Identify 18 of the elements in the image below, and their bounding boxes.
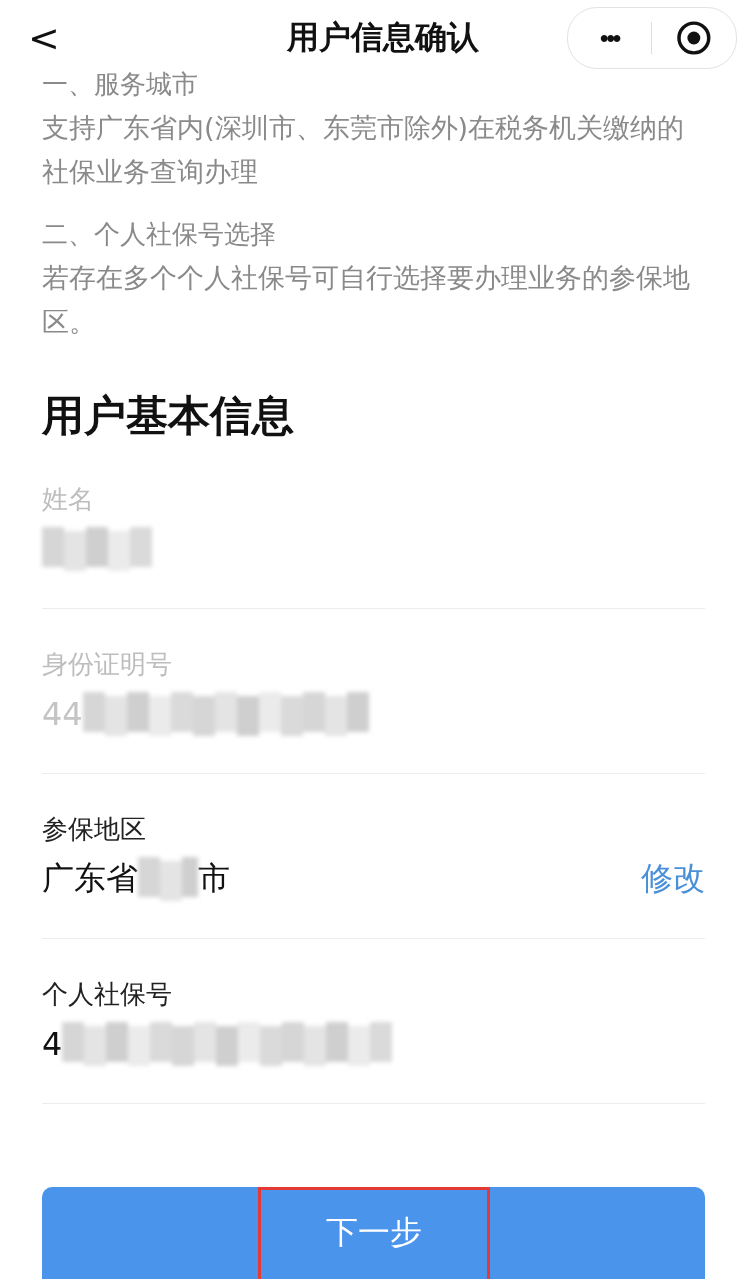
back-button[interactable]: < [28,16,58,60]
field-value: 市 [198,858,230,899]
field-label: 姓名 [42,483,95,516]
blurred-value [138,857,198,901]
field-value: 广东省 [42,858,138,899]
field-label: 个人社保号 [42,978,173,1011]
page-title: 用户信息确认 [286,17,479,58]
note-text: 若存在多个个人社保号可自行选择要办理业务的参保地区。 [42,261,691,339]
note-heading: 一、服务城市 [42,68,199,101]
field-label: 身份证明号 [42,648,173,681]
more-button[interactable]: ••• [568,24,652,52]
close-target-icon[interactable] [676,20,712,56]
note-text: 支持广东省内(深圳市、东莞市除外)在税务机关缴纳的社保业务查询办理 [42,111,686,189]
note-heading: 二、个人社保号选择 [42,218,277,251]
field-label: 参保地区 [42,813,147,846]
field-value: 44 [42,695,83,733]
section-title: 用户基本信息 [42,390,295,442]
field-value: 4 [42,1025,63,1063]
